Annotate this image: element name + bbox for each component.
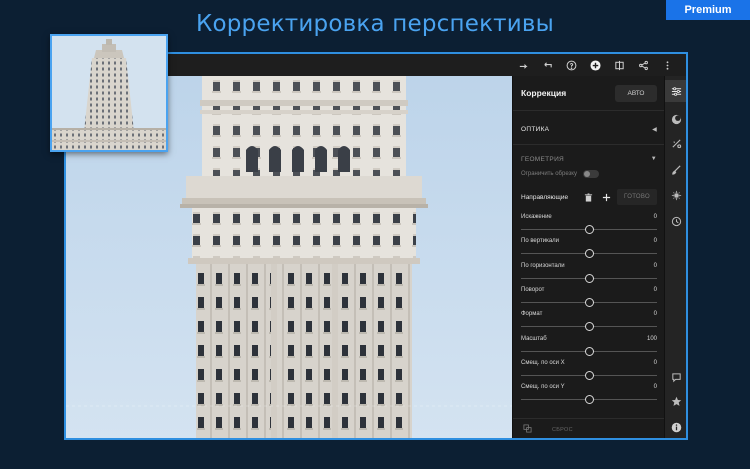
redo-icon[interactable] — [512, 54, 534, 76]
geometry-label: ГЕОМЕТРИЯ — [521, 155, 565, 163]
star-icon[interactable] — [665, 390, 686, 412]
done-button[interactable]: ГОТОВО — [617, 189, 657, 205]
optics-label: ОПТИКА — [521, 125, 550, 133]
slider-value: 0 — [653, 238, 657, 245]
slider-label: Смещ. по оси X — [521, 359, 565, 366]
divider — [513, 144, 665, 145]
info-icon[interactable] — [665, 416, 686, 438]
slider-row: Смещ. по оси Y 0 — [513, 384, 665, 408]
slider-label: Формат — [521, 311, 543, 318]
slider-row: По горизонтали 0 — [513, 263, 665, 287]
slider-header: Формат 0 — [521, 311, 657, 317]
slider-knob[interactable] — [584, 249, 594, 259]
auto-button[interactable]: АВТО — [615, 84, 657, 102]
slider-header: Смещ. по оси X 0 — [521, 360, 657, 366]
slider-value: 0 — [653, 214, 657, 220]
slider-header: Искажение 0 — [521, 214, 657, 220]
limit-crop-row: Ограничить обрезку — [513, 170, 665, 178]
comment-icon[interactable] — [665, 366, 686, 388]
more-icon[interactable] — [656, 54, 678, 76]
guides-label: Направляющие — [521, 193, 569, 201]
layers-icon[interactable] — [523, 424, 532, 435]
slider-value: 100 — [646, 335, 657, 342]
chevron-down-icon: ▼ — [650, 156, 657, 162]
slider-header: Поворот 0 — [521, 287, 657, 293]
chevron-left-icon: ◀ — [652, 126, 657, 133]
building-thumbnail — [52, 36, 166, 150]
tool-rail — [664, 76, 686, 438]
slider-label: Смещ. по оси Y — [521, 384, 565, 391]
add-icon[interactable] — [584, 54, 606, 76]
panel-header: Коррекция АВТО — [513, 76, 665, 110]
geometry-icon[interactable] — [665, 184, 686, 206]
reset-button[interactable]: СБРОС — [552, 427, 573, 433]
slider-header: Масштаб 100 — [521, 336, 657, 342]
optics-section[interactable]: ОПТИКА ◀ — [513, 120, 665, 138]
guides-row: Направляющие ГОТОВО — [513, 188, 665, 206]
limit-crop-label: Ограничить обрезку — [521, 171, 577, 177]
slider-knob[interactable] — [584, 370, 594, 380]
panel-title: Коррекция — [521, 88, 567, 98]
slider-knob[interactable] — [584, 297, 594, 307]
help-icon[interactable] — [560, 54, 582, 76]
slider-row: По вертикали 0 — [513, 238, 665, 262]
before-thumbnail[interactable] — [50, 34, 168, 152]
slider-knob[interactable] — [584, 225, 594, 234]
correction-panel: Коррекция АВТО ОПТИКА ◀ ГЕОМЕТРИЯ ▼ Огра… — [512, 76, 665, 438]
limit-crop-toggle[interactable] — [582, 170, 599, 178]
slider-header: Смещ. по оси Y 0 — [521, 384, 657, 390]
share-icon[interactable] — [632, 54, 654, 76]
color-icon[interactable] — [665, 108, 686, 130]
slider-row: Искажение 0 — [513, 214, 665, 238]
slider-label: Масштаб — [521, 335, 547, 342]
geometry-section[interactable]: ГЕОМЕТРИЯ ▼ — [513, 150, 665, 168]
trash-icon[interactable] — [581, 190, 595, 204]
slider-value: 0 — [653, 359, 657, 366]
slider-knob[interactable] — [584, 322, 594, 332]
compare-icon[interactable] — [608, 54, 630, 76]
building — [180, 76, 428, 438]
panel-footer: СБРОС — [513, 418, 665, 438]
healing-icon[interactable] — [665, 132, 686, 154]
slider-row: Поворот 0 — [513, 287, 665, 311]
slider-header: По вертикали 0 — [521, 238, 657, 244]
slider-value: 0 — [653, 311, 657, 318]
slider-knob[interactable] — [584, 395, 594, 405]
divider — [513, 110, 665, 111]
slider-knob[interactable] — [584, 273, 594, 283]
slider-value: 0 — [653, 286, 657, 293]
slider-label: По вертикали — [521, 238, 560, 245]
undo-icon[interactable] — [536, 54, 558, 76]
add-guide-icon[interactable] — [599, 190, 613, 204]
brush-icon[interactable] — [665, 158, 686, 180]
sliders-icon[interactable] — [665, 80, 686, 102]
slider-knob[interactable] — [584, 346, 594, 356]
slider-row: Смещ. по оси X 0 — [513, 360, 665, 384]
history-icon[interactable] — [665, 210, 686, 232]
slider-row: Масштаб 100 — [513, 336, 665, 360]
slider-label: Поворот — [521, 286, 545, 293]
slider-value: 0 — [653, 384, 657, 391]
slider-row: Формат 0 — [513, 311, 665, 335]
slider-value: 0 — [653, 262, 657, 269]
slider-label: По горизонтали — [521, 262, 565, 269]
slider-header: По горизонтали 0 — [521, 263, 657, 269]
slider-label: Искажение — [521, 214, 552, 220]
